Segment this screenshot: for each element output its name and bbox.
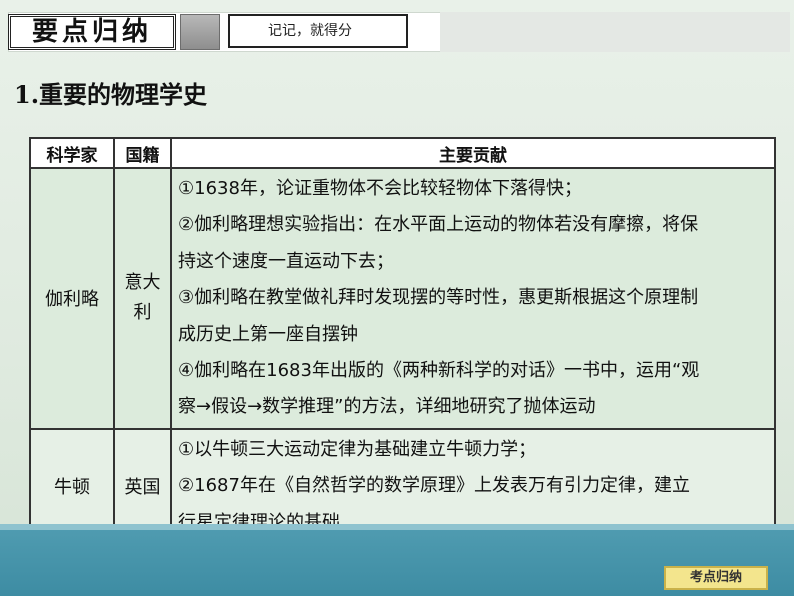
- contribution-line: ②伽利略理想实验指出：在水平面上运动的物体若没有摩擦，将保: [178, 214, 699, 236]
- nationality-name: 意大利: [124, 272, 161, 324]
- scientist-name: 伽利略: [45, 289, 99, 311]
- column-header-scientist: 科学家: [29, 137, 115, 169]
- header-decor-square: [180, 14, 220, 50]
- contribution-line: 持这个速度一直运动下去；: [178, 250, 394, 272]
- scientist-cell: 伽利略: [29, 167, 115, 430]
- header-gray-strip: [440, 12, 790, 52]
- contribution-line: ④伽利略在1683年出版的《两种新科学的对话》一书中，运用“观: [178, 360, 700, 382]
- contribution-line: ①1638年，论证重物体不会比较轻物体下落得快；: [178, 178, 582, 199]
- contribution-line: ①以牛顿三大运动定律为基础建立牛顿力学；: [178, 438, 537, 460]
- nationality-name: 英国: [124, 477, 161, 499]
- nationality-cell: 意大利: [113, 167, 172, 430]
- contribution-cell: ①1638年，论证重物体不会比较轻物体下落得快； ②伽利略理想实验指出：在水平面…: [170, 167, 776, 430]
- footer-nav-button[interactable]: 考点归纳: [664, 566, 768, 590]
- contribution-line: 成历史上第一座自摆钟: [178, 323, 358, 345]
- contribution-line: 察→假设→数学推理”的方法，详细地研究了抛体运动: [178, 396, 596, 418]
- column-header-nationality: 国籍: [113, 137, 172, 169]
- page-title: 要点归纳: [8, 14, 176, 50]
- table-header-row: 科学家 国籍 主要贡献: [29, 137, 776, 169]
- header-tagline: 记记，就得分: [228, 14, 408, 48]
- scientist-name: 牛顿: [54, 477, 90, 499]
- column-header-contribution: 主要贡献: [170, 137, 776, 169]
- contribution-line: ②1687年在《自然哲学的数学原理》上发表万有引力定律，建立: [178, 475, 690, 497]
- table-row-galileo: 伽利略 意大利 ①1638年，论证重物体不会比较轻物体下落得快； ②伽利略理想实…: [29, 167, 776, 430]
- contribution-line: ③伽利略在教堂做礼拜时发现摆的等时性，惠更斯根据这个原理制: [178, 287, 699, 309]
- section-heading: 1.重要的物理学史: [14, 80, 208, 109]
- history-table: 科学家 国籍 主要贡献 伽利略 意大利 ①1638年，论证重物体不会比较轻物体下…: [29, 137, 776, 546]
